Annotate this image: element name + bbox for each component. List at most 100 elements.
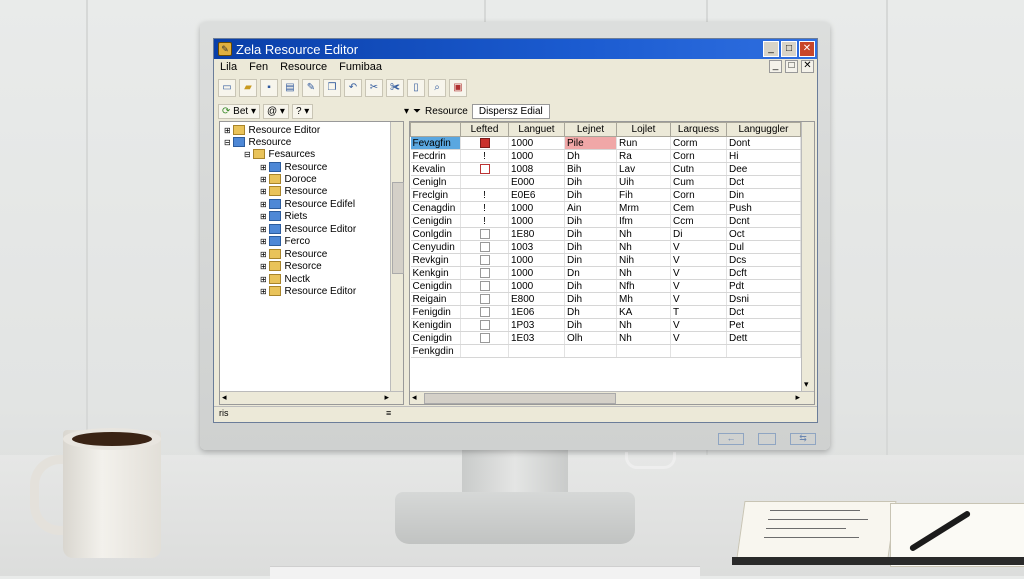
- properties-icon[interactable]: ▣: [449, 79, 467, 97]
- table-row[interactable]: Reigain E800 Dih Mh V Dsni: [410, 292, 801, 306]
- table-cell[interactable]: V: [670, 279, 727, 293]
- table-row[interactable]: Cenigdin 1E03 Olh Nh V Dett: [410, 331, 801, 345]
- tree-item[interactable]: ⊞ Resource: [260, 185, 327, 197]
- table-cell[interactable]: Dih: [564, 227, 617, 241]
- tree-horizontal-scrollbar[interactable]: ◂ ▸: [220, 391, 403, 404]
- tree-item[interactable]: ⊞ Nectk: [260, 273, 310, 285]
- table-row[interactable]: Kenkgin 1000 Dn Nh V Dcft: [410, 266, 801, 280]
- menu-fumibaa[interactable]: Fumibaa: [339, 61, 382, 73]
- table-cell[interactable]: Lav: [616, 162, 671, 176]
- table-row[interactable]: Cenagdin! 1000 Ain Mrm Cem Push: [410, 201, 801, 215]
- table-row[interactable]: Cenigdin! 1000 Dih Ifm Ccm Dcnt: [410, 214, 801, 228]
- table-cell[interactable]: Cenigdin: [410, 279, 461, 293]
- dropdown-bet[interactable]: ⟳ Bet ▾: [218, 103, 260, 119]
- undo-icon[interactable]: ↶: [344, 79, 362, 97]
- new-icon[interactable]: ▭: [218, 79, 236, 97]
- table-cell[interactable]: Di: [670, 227, 727, 241]
- table-cell[interactable]: Dont: [726, 136, 801, 150]
- table-row[interactable]: Fecdrin! 1000 Dh Ra Corn Hi: [410, 149, 801, 163]
- mdi-restore-button[interactable]: □: [785, 60, 798, 73]
- table-cell[interactable]: Fevagfin: [410, 136, 461, 150]
- print-icon[interactable]: ▤: [281, 79, 299, 97]
- table-cell[interactable]: !: [460, 214, 509, 228]
- table-cell[interactable]: Nih: [616, 253, 671, 267]
- table-row[interactable]: Cenigdin 1000 Dih Nfh V Pdt: [410, 279, 801, 293]
- document-icon[interactable]: ▯: [407, 79, 425, 97]
- edit-icon[interactable]: ✎: [302, 79, 320, 97]
- table-cell[interactable]: Reigain: [410, 292, 461, 306]
- table-cell[interactable]: Cem: [670, 201, 727, 215]
- table-cell[interactable]: Conlgdin: [410, 227, 461, 241]
- checkbox-icon[interactable]: [479, 228, 490, 239]
- table-cell[interactable]: Oct: [726, 227, 801, 241]
- table-cell[interactable]: Hi: [726, 149, 801, 163]
- table-cell[interactable]: Ra: [616, 149, 671, 163]
- table-cell[interactable]: Nh: [616, 266, 671, 280]
- checkbox-icon[interactable]: [479, 319, 490, 330]
- column-header[interactable]: Lefted: [460, 122, 509, 137]
- table-cell[interactable]: 1000: [508, 214, 565, 228]
- table-cell[interactable]: [460, 305, 509, 319]
- table-cell[interactable]: Dct: [726, 175, 801, 189]
- table-cell[interactable]: V: [670, 240, 727, 254]
- table-cell[interactable]: Mh: [616, 292, 671, 306]
- table-cell[interactable]: 1000: [508, 266, 565, 280]
- table-cell[interactable]: Dih: [564, 292, 617, 306]
- scroll-down-icon[interactable]: ▾: [804, 379, 809, 390]
- table-cell[interactable]: Pdt: [726, 279, 801, 293]
- table-cell[interactable]: Uih: [616, 175, 671, 189]
- mdi-close-button[interactable]: ✕: [801, 60, 814, 73]
- monitor-button-input[interactable]: ⇆: [790, 433, 816, 445]
- table-cell[interactable]: Dih: [564, 214, 617, 228]
- chevron-down-icon[interactable]: ▾: [404, 106, 409, 117]
- table-cell[interactable]: [460, 240, 509, 254]
- tree-item[interactable]: ⊞ Resorce: [260, 260, 322, 272]
- checkbox-icon[interactable]: [479, 293, 490, 304]
- table-cell[interactable]: Bih: [564, 162, 617, 176]
- table-cell[interactable]: [508, 344, 565, 358]
- checkbox-icon[interactable]: [479, 254, 490, 265]
- checkbox-icon[interactable]: [479, 163, 490, 174]
- column-header[interactable]: Lojlet: [616, 122, 671, 137]
- table-cell[interactable]: [460, 253, 509, 267]
- cut-icon[interactable]: ✂: [365, 79, 383, 97]
- filter-icon[interactable]: ⏷: [413, 106, 421, 117]
- checkbox-icon[interactable]: [479, 137, 490, 148]
- table-cell[interactable]: Din: [726, 188, 801, 202]
- search-icon[interactable]: ⌕: [428, 79, 446, 97]
- table-cell[interactable]: Dih: [564, 188, 617, 202]
- table-cell[interactable]: 1008: [508, 162, 565, 176]
- table-cell[interactable]: Fenigdin: [410, 305, 461, 319]
- table-cell[interactable]: [460, 175, 509, 189]
- table-cell[interactable]: Freclgin: [410, 188, 461, 202]
- checkbox-icon[interactable]: [479, 332, 490, 343]
- table-cell[interactable]: 1E03: [508, 331, 565, 345]
- dropdown-help[interactable]: ? ▾: [291, 103, 314, 119]
- table-cell[interactable]: Dih: [564, 240, 617, 254]
- table-cell[interactable]: Nfh: [616, 279, 671, 293]
- table-cell[interactable]: [460, 292, 509, 306]
- table-cell[interactable]: E000: [508, 175, 565, 189]
- table-cell[interactable]: Ifm: [616, 214, 671, 228]
- table-cell[interactable]: [460, 136, 509, 150]
- table-cell[interactable]: Dul: [726, 240, 801, 254]
- table-cell[interactable]: Nh: [616, 331, 671, 345]
- tree-item[interactable]: ⊟ Fesaurces: [244, 148, 315, 160]
- tree-item[interactable]: ⊞ Resource: [260, 248, 327, 260]
- scissors-icon[interactable]: ✀: [386, 79, 404, 97]
- table-cell[interactable]: !: [460, 149, 509, 163]
- table-cell[interactable]: [460, 344, 509, 358]
- table-cell[interactable]: Dih: [564, 318, 617, 332]
- table-cell[interactable]: E0E6: [508, 188, 565, 202]
- scroll-thumb[interactable]: [424, 393, 616, 404]
- table-cell[interactable]: [460, 162, 509, 176]
- table-cell[interactable]: [616, 344, 671, 358]
- tree-item[interactable]: ⊞ Resource Editor: [224, 124, 320, 136]
- monitor-button-back[interactable]: ←: [718, 433, 744, 445]
- close-button[interactable]: ✕: [799, 41, 815, 57]
- column-header[interactable]: Lejnet: [564, 122, 617, 137]
- column-header[interactable]: Larquess: [670, 122, 727, 137]
- table-row[interactable]: Conlgdin 1E80 Dih Nh Di Oct: [410, 227, 801, 241]
- table-cell[interactable]: Kevalin: [410, 162, 461, 176]
- table-cell[interactable]: Kenkgin: [410, 266, 461, 280]
